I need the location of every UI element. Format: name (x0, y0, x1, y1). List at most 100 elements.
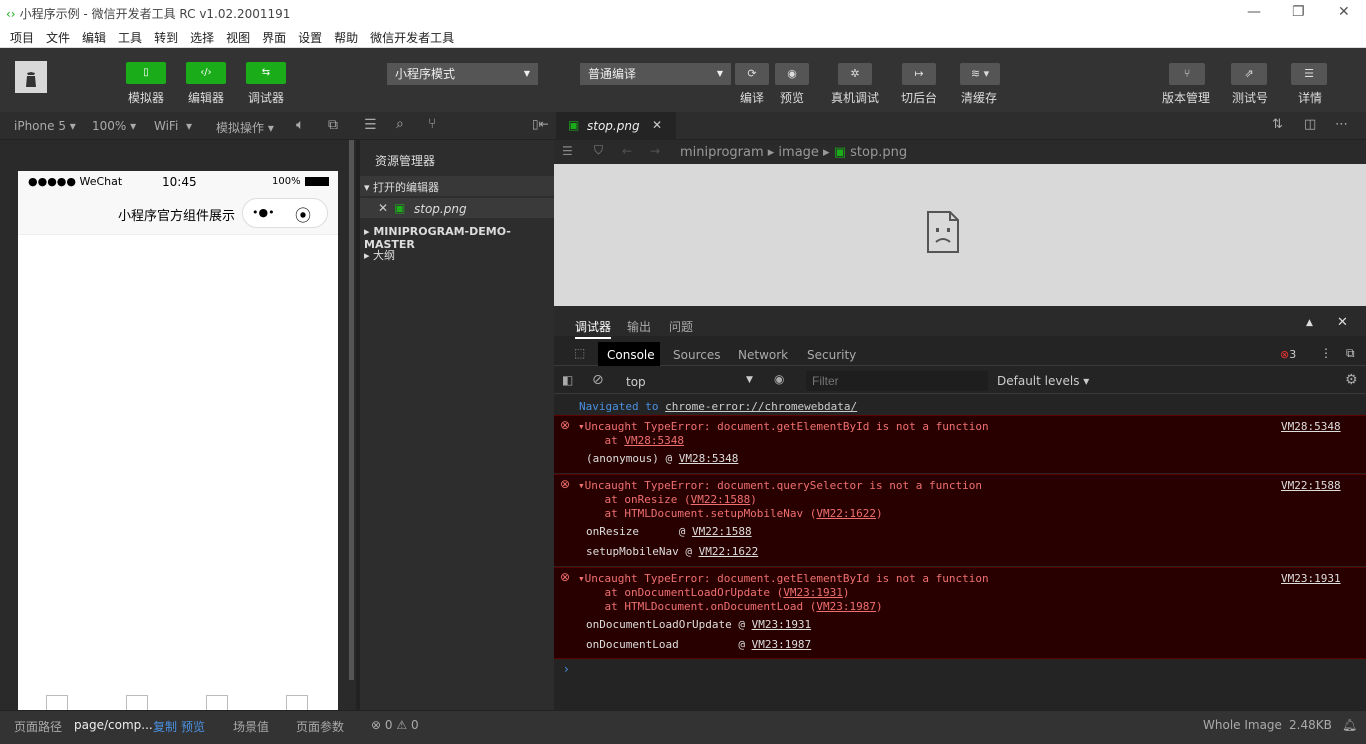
capsule-button[interactable]: •●• ⦿ (242, 198, 328, 228)
avatar[interactable] (15, 61, 47, 93)
compile-button[interactable]: ⟳ (735, 63, 769, 85)
menu-wechat-devtools[interactable]: 微信开发者工具 (362, 26, 458, 46)
scene-button[interactable]: 场景值 (233, 718, 269, 735)
problems-summary[interactable]: ⊗ 0 ⚠ 0 (371, 718, 419, 732)
menu-tools[interactable]: 工具 (110, 26, 146, 46)
version-button[interactable]: ⑂ (1169, 63, 1205, 85)
inspect-icon[interactable]: ⬚ (574, 346, 585, 360)
maximize-panel-icon[interactable]: ▲ (1306, 318, 1313, 328)
split-editor-icon[interactable]: ◫ (1304, 117, 1316, 132)
stack-link[interactable]: VM23:1931 (783, 586, 843, 599)
stack-link[interactable]: VM23:1987 (816, 600, 876, 613)
compile-mode-select[interactable]: 普通编译 ▼ (580, 63, 731, 85)
tab-sources[interactable]: Sources (673, 348, 720, 362)
stack-link[interactable]: VM22:1622 (816, 507, 876, 520)
debugger-toggle-button[interactable]: ⇆ (246, 62, 286, 84)
tab-icon-image[interactable] (206, 695, 228, 711)
navigated-link[interactable]: chrome-error://chromewebdata/ (665, 400, 857, 413)
compare-icon[interactable]: ⇅ (1272, 117, 1283, 132)
collapse-panel-icon[interactable]: ▯⇤ (532, 117, 549, 131)
menu-file[interactable]: 文件 (38, 26, 74, 46)
frame-link[interactable]: VM23:1931 (752, 618, 812, 631)
restore-button[interactable]: ❐ (1292, 4, 1305, 20)
tab-output[interactable]: 输出 (627, 318, 651, 335)
settings-gear-icon[interactable]: ⚙ (1345, 372, 1358, 388)
tab-console[interactable]: Console (598, 342, 660, 366)
close-window-button[interactable]: ✕ (1338, 4, 1350, 20)
sidebar-toggle-icon[interactable]: ◧ (562, 373, 573, 387)
more-icon[interactable]: ⋯ (1335, 117, 1348, 132)
close-panel-icon[interactable]: ✕ (1337, 315, 1348, 330)
menu-select[interactable]: 选择 (182, 26, 218, 46)
error-source-link[interactable]: VM23:1931 (1281, 572, 1341, 585)
frame-link[interactable]: VM22:1622 (699, 545, 759, 558)
git-icon[interactable]: ⑂ (428, 116, 436, 132)
sound-icon[interactable]: 🔈︎ (296, 117, 304, 133)
tab-debugger[interactable]: 调试器 (575, 318, 612, 339)
error-source-link[interactable]: VM28:5348 (1281, 420, 1341, 433)
editor-toggle-button[interactable]: ‹/› (186, 62, 226, 84)
kebab-icon[interactable]: ⋮ (1320, 346, 1332, 360)
close-icon[interactable]: ✕ (378, 201, 388, 215)
close-circle-icon[interactable]: ⦿ (295, 202, 311, 226)
mode-select[interactable]: 小程序模式 ▼ (387, 63, 538, 85)
menu-project[interactable]: 项目 (0, 26, 38, 46)
page-params-button[interactable]: 页面参数 (296, 718, 344, 735)
preview-button[interactable]: ◉ (775, 63, 809, 85)
search-icon[interactable]: ⌕ (396, 116, 404, 132)
menu-edit[interactable]: 编辑 (74, 26, 110, 46)
details-button[interactable]: ☰ (1291, 63, 1327, 85)
scrollbar[interactable] (349, 140, 354, 680)
stack-link[interactable]: VM22:1588 (691, 493, 751, 506)
more-dots-icon[interactable]: •●• (252, 206, 275, 219)
list-icon[interactable]: ☰ (562, 144, 573, 158)
open-file-item[interactable]: ✕ ▣ stop.png (360, 198, 554, 218)
error-source-link[interactable]: VM22:1588 (1281, 479, 1341, 492)
frame-link[interactable]: VM22:1588 (692, 525, 752, 538)
clear-console-icon[interactable]: ⊘ (592, 372, 604, 388)
preview-link[interactable]: 预览 (181, 718, 205, 735)
menu-settings[interactable]: 设置 (290, 26, 326, 46)
remote-debug-button[interactable]: ✲ (838, 63, 872, 85)
breadcrumb-item[interactable]: miniprogram (680, 145, 764, 160)
menu-interface[interactable]: 界面 (254, 26, 290, 46)
filter-input[interactable] (806, 371, 988, 391)
close-tab-icon[interactable]: ✕ (652, 118, 662, 132)
tab-icon-image[interactable] (126, 695, 148, 711)
context-select[interactable]: top ▼ (618, 371, 760, 391)
device-select[interactable]: iPhone 5 ▾ (14, 119, 76, 133)
zoom-select[interactable]: 100% ▾ (92, 119, 136, 133)
frame-link[interactable]: VM28:5348 (679, 452, 739, 465)
project-folder[interactable]: ▸ MINIPROGRAM-DEMO-MASTER (360, 222, 554, 251)
minimize-button[interactable]: — (1247, 4, 1261, 20)
tab-icon-image[interactable] (46, 695, 68, 711)
editor-tab[interactable]: ▣ stop.png ✕ (556, 112, 676, 140)
error-count-badge[interactable]: ⊗3 (1280, 348, 1296, 361)
tab-problems[interactable]: 问题 (669, 318, 693, 335)
simulate-select[interactable]: 模拟操作 ▾ (216, 119, 274, 136)
tab-network[interactable]: Network (738, 348, 788, 362)
outline-section[interactable]: ▸ 大纲 (360, 244, 554, 264)
background-button[interactable]: ↦ (902, 63, 936, 85)
eye-icon[interactable]: ◉ (774, 372, 784, 386)
stack-link[interactable]: VM28:5348 (624, 434, 684, 447)
menu-view[interactable]: 视图 (218, 26, 254, 46)
popout-icon[interactable]: ⧉ (328, 117, 338, 133)
menu-help[interactable]: 帮助 (326, 26, 362, 46)
breadcrumb-item[interactable]: stop.png (850, 145, 907, 160)
test-id-button[interactable]: ⇗ (1231, 63, 1267, 85)
log-levels-select[interactable]: Default levels ▾ (997, 374, 1089, 388)
tab-icon-image[interactable] (286, 695, 308, 711)
files-icon[interactable]: ☰ (364, 117, 377, 133)
frame-link[interactable]: VM23:1987 (752, 638, 812, 651)
tab-security[interactable]: Security (807, 348, 856, 362)
simulator-toggle-button[interactable]: ▯ (126, 62, 166, 84)
copy-link[interactable]: 复制 (153, 718, 177, 735)
undock-icon[interactable]: ⧉ (1346, 346, 1355, 361)
open-editors-section[interactable]: ▾ 打开的编辑器 (360, 176, 554, 196)
forward-icon[interactable]: → (650, 144, 660, 158)
back-icon[interactable]: ← (622, 144, 632, 158)
bookmark-icon[interactable]: ⛉ (594, 143, 603, 158)
console-prompt[interactable]: › (564, 662, 569, 676)
breadcrumb-item[interactable]: image (778, 145, 819, 160)
